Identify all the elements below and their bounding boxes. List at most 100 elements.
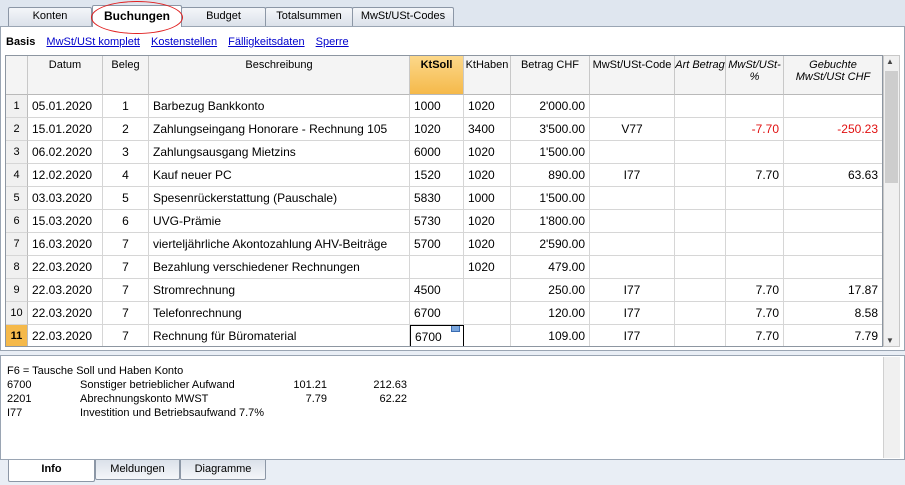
column-header-art-betrag[interactable]: Art Betrag [675,56,726,95]
cell-beschreibung[interactable]: Kauf neuer PC [149,164,410,187]
tab-diagramme[interactable]: Diagramme [180,460,266,480]
cell-ktsoll[interactable] [410,256,464,279]
cell-betrag[interactable]: 120.00 [511,302,590,325]
cell-mwst-pct[interactable] [726,187,784,210]
column-header-beschreibung[interactable]: Beschreibung [149,56,410,95]
cell-kthaben[interactable] [464,325,511,346]
cell-kthaben[interactable]: 1020 [464,210,511,233]
tab-meldungen[interactable]: Meldungen [95,460,180,480]
cell-kthaben[interactable] [464,279,511,302]
cell-kthaben[interactable]: 1000 [464,187,511,210]
cell-beschreibung[interactable]: UVG-Prämie [149,210,410,233]
cell-edit-icon[interactable] [451,326,460,332]
cell-beschreibung[interactable]: vierteljährliche Akontozahlung AHV-Beitr… [149,233,410,256]
cell-mwst-code[interactable] [590,233,675,256]
scroll-up-icon[interactable]: ▲ [886,57,894,66]
tab-totalsummen[interactable]: Totalsummen [265,7,353,26]
cell-gebuchte-mwst[interactable] [784,95,882,118]
cell-datum[interactable]: 22.03.2020 [28,302,103,325]
tab-buchungen[interactable]: Buchungen [92,5,182,27]
cell-beleg[interactable]: 3 [103,141,149,164]
column-header-mwst-code[interactable]: MwSt/USt-Code [590,56,675,95]
cell-betrag[interactable]: 109.00 [511,325,590,346]
view-mwst-komplett[interactable]: MwSt/USt komplett [46,36,140,48]
cell-datum[interactable]: 22.03.2020 [28,256,103,279]
cell-art-betrag[interactable] [675,187,726,210]
tab-konten[interactable]: Konten [8,7,92,26]
column-header-beleg[interactable]: Beleg [103,56,149,95]
scrollbar-thumb[interactable] [885,71,898,183]
cell-datum[interactable]: 03.03.2020 [28,187,103,210]
cell-mwst-code[interactable]: I77 [590,325,675,346]
cell-ktsoll[interactable]: 6700 [410,302,464,325]
scroll-down-icon[interactable]: ▼ [886,336,894,345]
cell-mwst-pct[interactable] [726,210,784,233]
cell-beschreibung[interactable]: Spesenrückerstattung (Pauschale) [149,187,410,210]
cell-beleg[interactable]: 1 [103,95,149,118]
cell-beleg[interactable]: 7 [103,302,149,325]
cell-datum[interactable]: 15.03.2020 [28,210,103,233]
cell-ktsoll[interactable]: 5730 [410,210,464,233]
cell-beleg[interactable]: 5 [103,187,149,210]
cell-mwst-code[interactable]: I77 [590,279,675,302]
table-scrollbar[interactable]: ▲ ▼ [883,55,900,347]
cell-gebuchte-mwst[interactable]: 17.87 [784,279,882,302]
cell-mwst-code[interactable] [590,187,675,210]
cell-kthaben[interactable]: 1020 [464,233,511,256]
cell-ktsoll[interactable]: 5830 [410,187,464,210]
view-kostenstellen[interactable]: Kostenstellen [151,36,217,48]
cell-betrag[interactable]: 1'800.00 [511,210,590,233]
cell-beschreibung[interactable]: Barbezug Bankkonto [149,95,410,118]
cell-beleg[interactable]: 7 [103,256,149,279]
cell-gebuchte-mwst[interactable] [784,141,882,164]
cell-datum[interactable]: 06.02.2020 [28,141,103,164]
cell-betrag[interactable]: 250.00 [511,279,590,302]
cell-kthaben[interactable]: 1020 [464,164,511,187]
cell-ktsoll[interactable]: 1520 [410,164,464,187]
column-header-betrag[interactable]: Betrag CHF [511,56,590,95]
cell-datum[interactable]: 12.02.2020 [28,164,103,187]
cell-betrag[interactable]: 1'500.00 [511,141,590,164]
column-header-datum[interactable]: Datum [28,56,103,95]
cell-mwst-pct[interactable] [726,141,784,164]
cell-mwst-code[interactable]: V77 [590,118,675,141]
column-header-mwst-pct[interactable]: MwSt/USt-% [726,56,784,95]
cell-beleg[interactable]: 6 [103,210,149,233]
cell-datum[interactable]: 16.03.2020 [28,233,103,256]
cell-mwst-code[interactable] [590,141,675,164]
cell-mwst-code[interactable]: I77 [590,302,675,325]
cell-betrag[interactable]: 890.00 [511,164,590,187]
cell-datum[interactable]: 22.03.2020 [28,279,103,302]
cell-gebuchte-mwst[interactable]: 63.63 [784,164,882,187]
cell-betrag[interactable]: 2'000.00 [511,95,590,118]
cell-mwst-code[interactable] [590,256,675,279]
cell-ktsoll[interactable]: 6000 [410,141,464,164]
cell-mwst-pct[interactable] [726,233,784,256]
cell-gebuchte-mwst[interactable] [784,210,882,233]
cell-kthaben[interactable] [464,302,511,325]
tab-budget[interactable]: Budget [181,7,266,26]
cell-beleg[interactable]: 2 [103,118,149,141]
cell-beschreibung[interactable]: Bezahlung verschiedener Rechnungen [149,256,410,279]
cell-betrag[interactable]: 479.00 [511,256,590,279]
cell-art-betrag[interactable] [675,279,726,302]
cell-mwst-pct[interactable]: 7.70 [726,302,784,325]
cell-beschreibung[interactable]: Zahlungsausgang Mietzins [149,141,410,164]
cell-beleg[interactable]: 4 [103,164,149,187]
cell-beleg[interactable]: 7 [103,233,149,256]
cell-mwst-pct[interactable] [726,95,784,118]
cell-mwst-pct[interactable] [726,256,784,279]
cell-kthaben[interactable]: 1020 [464,141,511,164]
cell-gebuchte-mwst[interactable]: -250.23 [784,118,882,141]
cell-beschreibung[interactable]: Rechnung für Büromaterial [149,325,410,346]
cell-gebuchte-mwst[interactable]: 7.79 [784,325,882,346]
cell-art-betrag[interactable] [675,118,726,141]
cell-gebuchte-mwst[interactable] [784,256,882,279]
cell-art-betrag[interactable] [675,95,726,118]
cell-beschreibung[interactable]: Zahlungseingang Honorare - Rechnung 105 [149,118,410,141]
cell-mwst-pct[interactable]: 7.70 [726,279,784,302]
column-header-kthaben[interactable]: KtHaben [464,56,511,95]
cell-beleg[interactable]: 7 [103,279,149,302]
cell-kthaben[interactable]: 1020 [464,256,511,279]
cell-ktsoll[interactable]: 5700 [410,233,464,256]
